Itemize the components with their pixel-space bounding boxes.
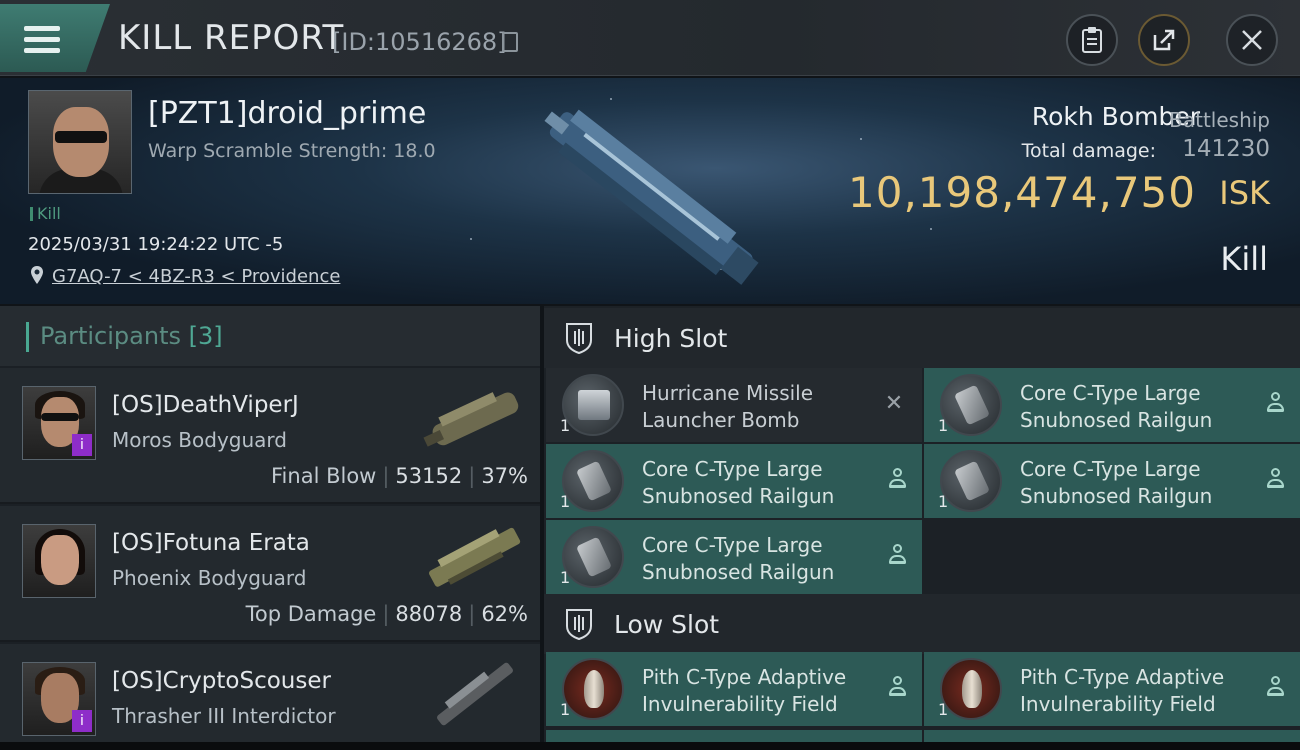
close-icon — [1242, 30, 1262, 50]
person-icon — [888, 468, 906, 490]
participant-row[interactable]: [OS]Fotuna Erata Phoenix Bodyguard Top D… — [0, 506, 540, 642]
close-icon: ✕ — [884, 391, 904, 416]
total-damage-value: 141230 — [1182, 136, 1270, 162]
module-item[interactable]: 1 Core C-Type Large Snubnosed Railgun — [546, 444, 922, 518]
hamburger-icon — [24, 26, 60, 54]
high-slot-title: High Slot — [614, 324, 728, 353]
missile-launcher-icon — [562, 374, 624, 436]
copy-icon[interactable] — [502, 32, 518, 52]
info-badge-icon: i — [72, 710, 92, 732]
warp-scramble-strength: Warp Scramble Strength: 18.0 — [148, 140, 436, 162]
participant-ship: Phoenix Bodyguard — [112, 566, 307, 590]
victim-ship-image — [544, 109, 759, 285]
report-id: [ID:10516268] — [332, 28, 507, 56]
module-item[interactable]: 1 Pith C-Type Adaptive Invulnerability F… — [924, 652, 1300, 726]
module-quantity: 1 — [938, 700, 949, 719]
location-pin-icon — [31, 266, 43, 284]
damage-value: 88078 — [395, 602, 463, 626]
module-item[interactable]: 1 Pith C-Type Adaptive Invulnerability F… — [546, 652, 922, 726]
participant-ship: Moros Bodyguard — [112, 428, 287, 452]
victim-panel: [PZT1]droid_prime Warp Scramble Strength… — [0, 78, 1300, 304]
low-slot-title: Low Slot — [614, 610, 720, 639]
participant-ship-image — [423, 392, 519, 447]
damage-value: 53152 — [395, 464, 463, 488]
share-icon — [1153, 29, 1175, 51]
invulnerability-field-icon — [940, 658, 1002, 720]
railgun-icon — [940, 450, 1002, 512]
participant-ship: Thrasher III Interdictor — [112, 704, 336, 728]
clipboard-button[interactable] — [1066, 14, 1118, 66]
participant-name[interactable]: [OS]CryptoScouser — [112, 668, 331, 694]
damage-percent: 62% — [481, 602, 528, 626]
info-badge-icon: i — [72, 434, 92, 456]
high-slot-icon — [566, 323, 592, 354]
person-icon — [888, 544, 906, 566]
top-bar: KILL REPORT [ID:10516268] — [0, 0, 1300, 76]
participant-name[interactable]: [OS]Fotuna Erata — [112, 530, 310, 556]
participant-stats: Top Damage | 88078 | 62% — [245, 602, 528, 626]
damage-percent: 37% — [481, 464, 528, 488]
victim-ship-class: Battleship — [1169, 108, 1270, 132]
railgun-icon — [562, 526, 624, 588]
participant-ship-image — [429, 527, 521, 587]
participant-row[interactable]: i [OS]CryptoScouser Thrasher III Interdi… — [0, 644, 540, 750]
module-item[interactable]: 1 Hurricane Missile Launcher Bomb ✕ — [546, 368, 922, 442]
participant-stats: Final Blow | 53152 | 37% — [271, 464, 528, 488]
location-link[interactable]: G7AQ-7 < 4BZ-R3 < Providence — [52, 266, 340, 287]
module-name: Core C-Type Large Snubnosed Railgun — [1020, 457, 1213, 508]
module-name: Pith C-Type Adaptive Invulnerability Fie… — [1020, 665, 1225, 716]
person-icon — [888, 676, 906, 698]
module-name: Core C-Type Large Snubnosed Railgun — [642, 457, 835, 508]
participants-label: Participants — [40, 322, 181, 350]
railgun-icon — [940, 374, 1002, 436]
railgun-icon — [562, 450, 624, 512]
participant-row[interactable]: i [OS]DeathViperJ Moros Bodyguard Final … — [0, 368, 540, 504]
participants-panel: Participants [3] i [OS]DeathViperJ Moros… — [0, 306, 540, 750]
module-quantity: 1 — [938, 416, 949, 435]
low-slot-icon — [566, 609, 592, 640]
kill-result: Kill — [1220, 240, 1268, 278]
share-button[interactable] — [1138, 14, 1190, 66]
module-name: Core C-Type Large Snubnosed Railgun — [1020, 381, 1213, 432]
person-icon — [1266, 468, 1284, 490]
participants-header: Participants [3] — [0, 306, 540, 366]
menu-button[interactable] — [0, 4, 110, 72]
victim-name[interactable]: [PZT1]droid_prime — [148, 96, 426, 131]
participant-name[interactable]: [OS]DeathViperJ — [112, 392, 299, 418]
kill-tag: Kill — [30, 204, 61, 223]
bottom-edge — [0, 742, 1300, 750]
avatar[interactable] — [22, 524, 96, 598]
module-item[interactable]: 1 Core C-Type Large Snubnosed Railgun — [924, 368, 1300, 442]
module-name: Pith C-Type Adaptive Invulnerability Fie… — [642, 665, 847, 716]
high-slot-header: High Slot — [544, 308, 1300, 368]
module-quantity: 1 — [560, 700, 571, 719]
stat-label: Top Damage — [245, 602, 377, 626]
close-button[interactable] — [1226, 14, 1278, 66]
page-title: KILL REPORT — [118, 18, 345, 58]
module-quantity: 1 — [560, 492, 571, 511]
module-name: Hurricane Missile Launcher Bomb — [642, 381, 814, 432]
person-icon — [1266, 392, 1284, 414]
person-icon — [1266, 676, 1284, 698]
module-name: Core C-Type Large Snubnosed Railgun — [642, 533, 835, 584]
invulnerability-field-icon — [562, 658, 624, 720]
fitting-panel: High Slot 1 Hurricane Missile Launcher B… — [544, 306, 1300, 750]
module-quantity: 1 — [560, 416, 571, 435]
victim-portrait[interactable] — [28, 90, 132, 194]
module-quantity: 1 — [560, 568, 571, 587]
module-item[interactable]: 1 Core C-Type Large Snubnosed Railgun — [546, 520, 922, 594]
kill-timestamp: 2025/03/31 19:24:22 UTC -5 — [28, 234, 284, 255]
participants-title: Participants [3] — [40, 322, 223, 350]
isk-unit: ISK — [1219, 174, 1270, 212]
module-item[interactable]: 1 Core C-Type Large Snubnosed Railgun — [924, 444, 1300, 518]
participants-count: [3] — [188, 322, 223, 350]
total-damage-label: Total damage: — [1021, 140, 1156, 162]
clipboard-icon — [1082, 27, 1102, 53]
low-slot-header: Low Slot — [544, 594, 1300, 654]
participant-ship-image — [437, 662, 513, 726]
stat-label: Final Blow — [271, 464, 377, 488]
module-quantity: 1 — [938, 492, 949, 511]
isk-value: 10,198,474,750 — [848, 168, 1196, 217]
